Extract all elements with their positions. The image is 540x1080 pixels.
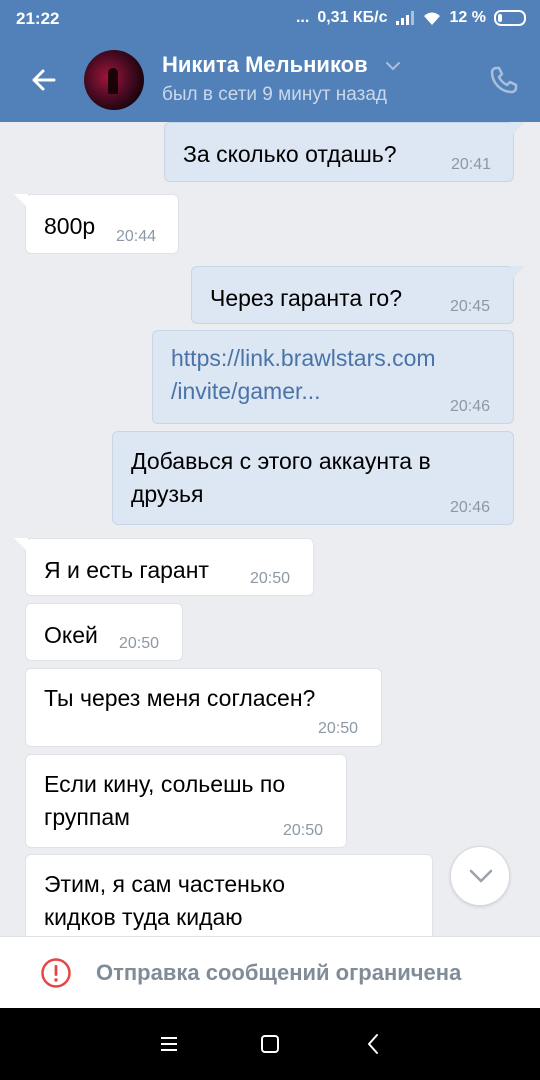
message-bubble[interactable]: За сколько отдашь? 20:41 — [164, 122, 525, 182]
message-link[interactable]: https://link.brawlstars.com /invite/game… — [171, 342, 436, 408]
status-right: ... 0,31 КБ/с 12 % — [296, 9, 526, 27]
message-text: За сколько отдашь? — [183, 141, 397, 167]
bubble-tail — [511, 266, 525, 280]
home-icon[interactable] — [258, 1032, 282, 1056]
chevron-down-icon — [469, 869, 493, 883]
message-bubble[interactable]: 800р 20:44 — [14, 194, 179, 254]
system-navigation-bar — [0, 1008, 540, 1080]
message-time: 20:50 — [119, 635, 160, 652]
menu-icon[interactable] — [157, 1032, 181, 1056]
avatar[interactable] — [84, 50, 144, 110]
network-speed: 0,31 КБ/с — [317, 9, 388, 26]
message-text: Окей — [44, 622, 98, 648]
message-text: 800р — [44, 213, 96, 239]
bubble-tail — [14, 194, 28, 208]
message-bubble[interactable]: Добавься с этого аккаунта в друзья 20:46 — [112, 431, 514, 525]
chat-header: Никита Мельников был в сети 9 минут наза… — [0, 38, 540, 122]
battery-icon — [494, 10, 526, 26]
message-bubble[interactable]: Если кину, сольешь по группам 20:50 — [25, 754, 347, 848]
message-bubble[interactable]: Ты через меня согласен? 20:50 — [25, 668, 382, 747]
status-bar: 21:22 ... 0,31 КБ/с 12 % — [0, 0, 540, 38]
message-text: Если кину, сольешь по группам — [44, 771, 286, 830]
message-text: Я и есть гарант — [44, 557, 209, 583]
message-time: 20:41 — [451, 156, 492, 173]
back-icon[interactable] — [362, 1032, 386, 1056]
signal-icon — [395, 11, 414, 25]
link-message-bubble[interactable]: https://link.brawlstars.com /invite/game… — [152, 330, 514, 424]
message-time: 20:50 — [318, 720, 359, 737]
message-text: Ты через меня согласен? — [44, 685, 316, 711]
message-text: Добавься с этого аккаунта в друзья — [131, 448, 431, 507]
last-seen-status: был в сети 9 минут назад — [162, 84, 388, 105]
bubble-tail — [511, 122, 525, 136]
message-bubble[interactable]: Я и есть гарант 20:50 — [14, 538, 314, 596]
message-text: Через гаранта го? — [210, 285, 403, 311]
status-time: 21:22 — [16, 9, 60, 28]
warning-circle-icon — [41, 958, 71, 988]
message-time: 20:45 — [450, 298, 491, 315]
restriction-label: Отправка сообщений ограничена — [96, 960, 462, 985]
battery-percent: 12 % — [449, 9, 486, 26]
message-time: 20:50 — [283, 822, 324, 839]
message-time: 20:46 — [450, 499, 491, 516]
chevron-down-icon[interactable] — [384, 60, 402, 72]
message-bubble[interactable]: Через гаранта го? 20:45 — [191, 266, 525, 324]
message-time: 20:46 — [450, 398, 491, 415]
bubble-tail — [14, 538, 28, 552]
message-text: Этим, я сам частенько кидков туда кидаю — [44, 871, 285, 930]
message-bubble[interactable]: Окей 20:50 — [25, 603, 183, 661]
message-time: 20:50 — [250, 570, 291, 587]
message-time: 20:44 — [116, 228, 157, 245]
messaging-restricted-bar: Отправка сообщений ограничена — [0, 936, 540, 1008]
contact-name[interactable]: Никита Мельников — [162, 52, 368, 78]
wifi-icon — [423, 12, 440, 25]
scroll-down-button[interactable] — [450, 846, 510, 906]
back-arrow-icon[interactable] — [24, 60, 64, 100]
phone-icon[interactable] — [486, 62, 522, 98]
status-dots: ... — [295, 9, 310, 26]
